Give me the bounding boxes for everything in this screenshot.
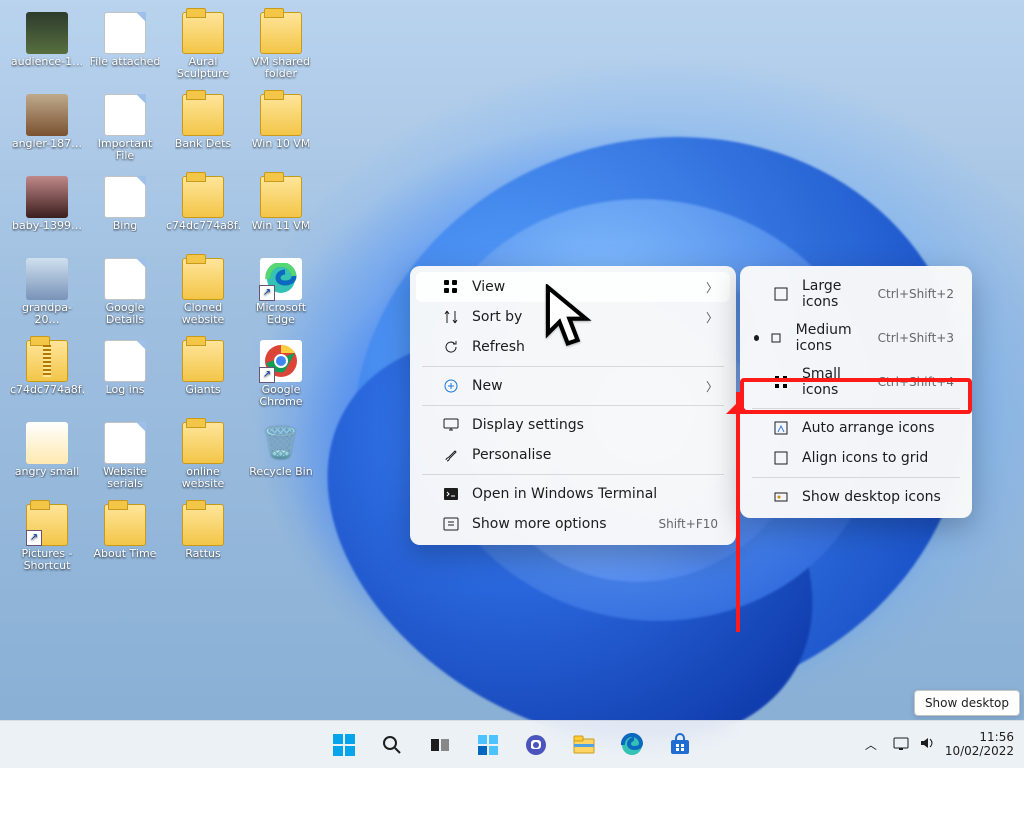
submenu-chevron-icon: 〉	[706, 279, 718, 296]
submenu-chevron-icon: 〉	[706, 309, 718, 326]
large-icon	[772, 285, 790, 303]
plus-icon	[442, 377, 460, 395]
desktop-icon-recycle-bin[interactable]: 🗑️Recycle Bin	[242, 418, 320, 498]
menu-item-refresh[interactable]: Refresh	[416, 332, 730, 362]
desktop-context-menu: View〉Sort by〉Refresh New〉 Display settings…	[410, 266, 736, 545]
show-desktop-tooltip: Show desktop	[914, 690, 1020, 716]
auto-icon	[772, 419, 790, 437]
menu-item-open-in-windows-terminal[interactable]: Open in Windows Terminal	[416, 479, 730, 509]
menu-item-medium-icons[interactable]: Medium iconsCtrl+Shift+3	[746, 316, 966, 360]
desktop-icon-vm-shared-folder[interactable]: VM shared folder	[242, 8, 320, 88]
desktop-icon-grandpa-20-[interactable]: grandpa-20…	[8, 254, 86, 334]
desktop-icon-log-ins[interactable]: Log ins	[86, 336, 164, 416]
desktop-icon-giants[interactable]: Giants	[164, 336, 242, 416]
selected-bullet-icon	[754, 335, 759, 341]
system-tray: ︿ 11:56 10/02/2022	[859, 724, 1014, 766]
menu-separator	[422, 366, 724, 367]
menu-item-show-more-options[interactable]: Show more optionsShift+F10	[416, 509, 730, 539]
network-icon[interactable]	[893, 735, 909, 754]
desktop-icon-google-details[interactable]: Google Details	[86, 254, 164, 334]
desktop-icon-cloned-website[interactable]: Cloned website	[164, 254, 242, 334]
menu-item-small-icons[interactable]: Small iconsCtrl+Shift+4	[746, 360, 966, 404]
desktop-icon-website-serials[interactable]: Website serials	[86, 418, 164, 498]
refresh-icon	[442, 338, 460, 356]
desktop-icon-rattus[interactable]: Rattus	[164, 500, 242, 580]
menu-item-auto-arrange-icons[interactable]: Auto arrange icons	[746, 413, 966, 443]
desktop-icon-google-chrome[interactable]: Google Chrome	[242, 336, 320, 416]
taskbar-store-button[interactable]	[659, 724, 701, 766]
desktop-icon-baby-1399-[interactable]: baby-1399…	[8, 172, 86, 252]
submenu-chevron-icon: 〉	[706, 378, 718, 395]
taskbar-edge-button[interactable]	[611, 724, 653, 766]
desktop-icon-c74dc774a8f-[interactable]: c74dc774a8f…	[8, 336, 86, 416]
desktop-icon-c74dc774a8f-[interactable]: c74dc774a8f…	[164, 172, 242, 252]
desktop-icon-microsoft-edge[interactable]: Microsoft Edge	[242, 254, 320, 334]
taskbar-widgets-button[interactable]	[467, 724, 509, 766]
brush-icon	[442, 446, 460, 464]
desktop-icon-important-file[interactable]: Important File	[86, 90, 164, 170]
volume-icon[interactable]	[919, 735, 935, 754]
taskbar-explorer-button[interactable]	[563, 724, 605, 766]
menu-separator	[752, 477, 960, 478]
desktop-icon-file-attached[interactable]: File attached	[86, 8, 164, 88]
annotation-arrow	[736, 392, 740, 632]
menu-item-new[interactable]: New〉	[416, 371, 730, 401]
menu-separator	[422, 474, 724, 475]
taskbar-taskview-button[interactable]	[419, 724, 461, 766]
desktop-icon-angler-187-[interactable]: angler-187…	[8, 90, 86, 170]
grid-icon	[442, 278, 460, 296]
sort-icon	[442, 308, 460, 326]
desktop-icon-win-10-vm[interactable]: Win 10 VM	[242, 90, 320, 170]
desktop-icon-bing[interactable]: Bing	[86, 172, 164, 252]
menu-item-display-settings[interactable]: Display settings	[416, 410, 730, 440]
desktop-icon-win-11-vm[interactable]: Win 11 VM	[242, 172, 320, 252]
taskbar-start-button[interactable]	[323, 724, 365, 766]
view-submenu: Large iconsCtrl+Shift+2Medium iconsCtrl+…	[740, 266, 972, 518]
menu-item-align-icons-to-grid[interactable]: Align icons to grid	[746, 443, 966, 473]
taskbar-search-button[interactable]	[371, 724, 413, 766]
menu-separator	[752, 408, 960, 409]
menu-item-view[interactable]: View〉	[416, 272, 730, 302]
desktop-icon-grid: audience-1…File attachedAural SculptureV…	[8, 8, 320, 582]
small-icon	[772, 373, 790, 391]
desktop-icon-aural-sculpture[interactable]: Aural Sculpture	[164, 8, 242, 88]
display-icon	[442, 416, 460, 434]
desktop-icon-angry-small[interactable]: angry small	[8, 418, 86, 498]
taskbar-clock[interactable]: 11:56 10/02/2022	[945, 731, 1014, 759]
align-icon	[772, 449, 790, 467]
desktop-icon-audience-1-[interactable]: audience-1…	[8, 8, 86, 88]
show-icon	[772, 488, 790, 506]
menu-item-large-icons[interactable]: Large iconsCtrl+Shift+2	[746, 272, 966, 316]
desktop-icon-bank-dets[interactable]: Bank Dets	[164, 90, 242, 170]
medium-icon	[767, 329, 783, 347]
menu-item-sort-by[interactable]: Sort by〉	[416, 302, 730, 332]
tray-overflow-chevron-icon[interactable]: ︿	[859, 724, 883, 766]
desktop-icon-online-website[interactable]: online website	[164, 418, 242, 498]
taskbar: ︿ 11:56 10/02/2022	[0, 720, 1024, 768]
more-icon	[442, 515, 460, 533]
menu-item-show-desktop-icons[interactable]: Show desktop icons	[746, 482, 966, 512]
menu-item-personalise[interactable]: Personalise	[416, 440, 730, 470]
desktop-icon-about-time[interactable]: About Time	[86, 500, 164, 580]
terminal-icon	[442, 485, 460, 503]
taskbar-chat-button[interactable]	[515, 724, 557, 766]
menu-separator	[422, 405, 724, 406]
desktop-icon-pictures-shortcut[interactable]: Pictures - Shortcut	[8, 500, 86, 580]
